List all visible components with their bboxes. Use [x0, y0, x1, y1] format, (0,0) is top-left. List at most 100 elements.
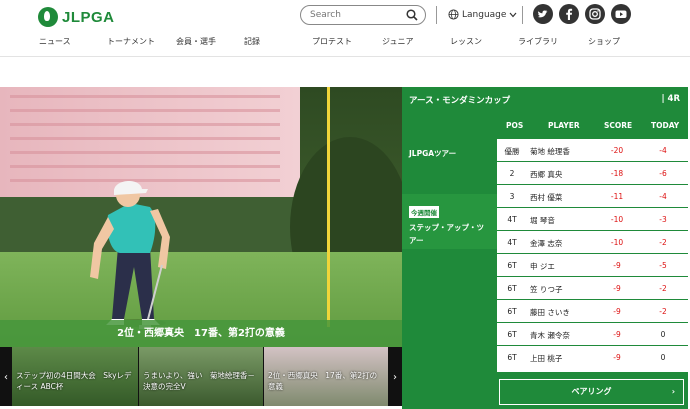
table-row[interactable]: 6T 青木 瀬令奈 -9 0	[497, 323, 688, 346]
score-cell: -9	[613, 307, 621, 316]
player-cell: 青木 瀬令奈	[530, 331, 570, 340]
pos-cell: 6T	[507, 261, 517, 270]
nav-item-library[interactable]: ライブラリ	[518, 36, 558, 47]
score-cell: -9	[613, 353, 621, 362]
thumbnail-title: うまいより、強い 菊地絵理香－決意の完全V	[143, 371, 255, 391]
chevron-down-icon	[509, 12, 517, 17]
nav-item-protest[interactable]: プロテスト	[312, 36, 352, 47]
main-nav: ニュース トーナメント 会員・選手 記録 プロテスト ジュニア レッスン ライブ…	[0, 36, 690, 50]
youtube-icon[interactable]	[611, 4, 631, 24]
player-cell: 藤田 さいき	[530, 308, 570, 317]
score-cell: -9	[613, 261, 621, 270]
search-box[interactable]	[300, 5, 426, 25]
tab-jlpga-tour[interactable]: JLPGAツアー	[402, 139, 497, 194]
twitter-icon[interactable]	[533, 4, 553, 24]
site-header: JLPGA Language ニュース トーナメント 会員・選手	[0, 0, 690, 57]
nav-item-junior[interactable]: ジュニア	[382, 36, 413, 47]
nav-item-records[interactable]: 記録	[244, 36, 260, 47]
search-icon[interactable]	[406, 9, 418, 21]
score-cell: -20	[610, 146, 624, 155]
nav-item-news[interactable]: ニュース	[39, 36, 71, 47]
today-cell: -6	[659, 169, 667, 178]
today-cell: -4	[659, 192, 667, 201]
player-cell: 菊地 絵理香	[530, 147, 570, 156]
today-cell: 0	[660, 330, 666, 339]
player-cell: 西郷 真央	[530, 170, 563, 179]
player-cell: 笠 りつ子	[530, 285, 563, 294]
hero-caption[interactable]: 2位・西郷真央 17番、第2打の意義	[0, 320, 402, 347]
language-label: Language	[462, 9, 507, 20]
hero-carousel[interactable]: 2位・西郷真央 17番、第2打の意義 ステップ初の4日間大会 Skyレディース …	[0, 87, 402, 406]
pairing-label: ペアリング	[571, 387, 612, 396]
pos-cell: 2	[509, 169, 515, 178]
player-cell: 上田 桃子	[530, 354, 563, 363]
player-cell: 堀 琴音	[530, 216, 555, 225]
col-player: PLAYER	[548, 121, 580, 130]
pos-cell: 優勝	[504, 147, 520, 156]
score-cell: -11	[610, 192, 624, 201]
divider	[522, 6, 523, 24]
table-row[interactable]: 優勝 菊地 絵理香 -20 -4	[497, 139, 688, 162]
thumbnail-title: ステップ初の4日間大会 Skyレディース ABC杯	[16, 371, 132, 391]
player-cell: 西村 優菜	[530, 193, 563, 202]
carousel-prev-icon[interactable]: ‹	[1, 372, 11, 383]
col-pos: POS	[506, 121, 524, 130]
today-cell: -2	[659, 284, 667, 293]
pos-cell: 6T	[507, 330, 517, 339]
tab-step-up-tour[interactable]: 今週開催 ステップ・アップ・ツアー	[402, 194, 497, 249]
score-cell: -10	[610, 238, 624, 247]
thumbnail-item[interactable]: 2位・西郷真央 17番、第2打の意義	[264, 347, 388, 406]
pos-cell: 6T	[507, 284, 517, 293]
jlpga-logo[interactable]: JLPGA	[38, 7, 115, 27]
globe-icon	[448, 9, 459, 20]
score-cell: -10	[610, 215, 624, 224]
language-selector[interactable]: Language	[448, 9, 517, 20]
pos-cell: 3	[509, 192, 515, 201]
score-cell: -9	[613, 284, 621, 293]
today-cell: 0	[660, 353, 666, 362]
player-cell: 申 ジエ	[530, 262, 555, 271]
table-row[interactable]: 6T 笠 りつ子 -9 -2	[497, 277, 688, 300]
today-cell: -3	[659, 215, 667, 224]
col-score: SCORE	[604, 121, 633, 130]
thumbnail-title: 2位・西郷真央 17番、第2打の意義	[268, 371, 378, 391]
instagram-icon[interactable]	[585, 4, 605, 24]
thumbnail-item[interactable]: ステップ初の4日間大会 Skyレディース ABC杯	[12, 347, 138, 406]
table-row[interactable]: 4T 金澤 志奈 -10 -2	[497, 231, 688, 254]
nav-item-tournament[interactable]: トーナメント	[107, 36, 155, 47]
leaderboard-table: 優勝 菊地 絵理香 -20 -4 2 西郷 真央 -18 -6 3 西村 優菜 -11 -4 4T…	[497, 139, 688, 372]
pos-cell: 6T	[507, 353, 517, 362]
nav-item-lesson[interactable]: レッスン	[450, 36, 482, 47]
thumbnail-item[interactable]: うまいより、強い 菊地絵理香－決意の完全V	[139, 347, 263, 406]
col-today: TODAY	[651, 121, 680, 130]
round-label: | 4R	[661, 94, 680, 104]
score-cell: -9	[613, 330, 621, 339]
table-row[interactable]: 4T 堀 琴音 -10 -3	[497, 208, 688, 231]
carousel-next-icon[interactable]: ›	[390, 372, 400, 383]
pos-cell: 4T	[507, 215, 517, 224]
pairing-button[interactable]: ペアリング ›	[499, 379, 684, 405]
divider	[436, 6, 437, 24]
tab-label: ステップ・アップ・ツアー	[409, 223, 484, 245]
search-input[interactable]	[310, 8, 405, 22]
nav-item-shop[interactable]: ショップ	[588, 36, 620, 47]
this-week-badge: 今週開催	[409, 206, 439, 218]
tournament-title[interactable]: アース・モンダミンカップ	[409, 94, 510, 106]
today-cell: -5	[659, 261, 667, 270]
player-cell: 金澤 志奈	[530, 239, 563, 248]
pos-cell: 4T	[507, 238, 517, 247]
table-row[interactable]: 6T 上田 桃子 -9 0	[497, 346, 688, 369]
table-row[interactable]: 2 西郷 真央 -18 -6	[497, 162, 688, 185]
logo-text: JLPGA	[62, 8, 115, 26]
score-cell: -18	[610, 169, 624, 178]
today-cell: -2	[659, 307, 667, 316]
table-row[interactable]: 3 西村 優菜 -11 -4	[497, 185, 688, 208]
hero-photo	[0, 87, 402, 347]
chevron-right-icon: ›	[671, 387, 675, 396]
today-cell: -2	[659, 238, 667, 247]
facebook-icon[interactable]	[559, 4, 579, 24]
nav-item-members[interactable]: 会員・選手	[176, 36, 216, 47]
table-row[interactable]: 6T 藤田 さいき -9 -2	[497, 300, 688, 323]
golfer-logo-icon	[38, 7, 58, 27]
table-row[interactable]: 6T 申 ジエ -9 -5	[497, 254, 688, 277]
